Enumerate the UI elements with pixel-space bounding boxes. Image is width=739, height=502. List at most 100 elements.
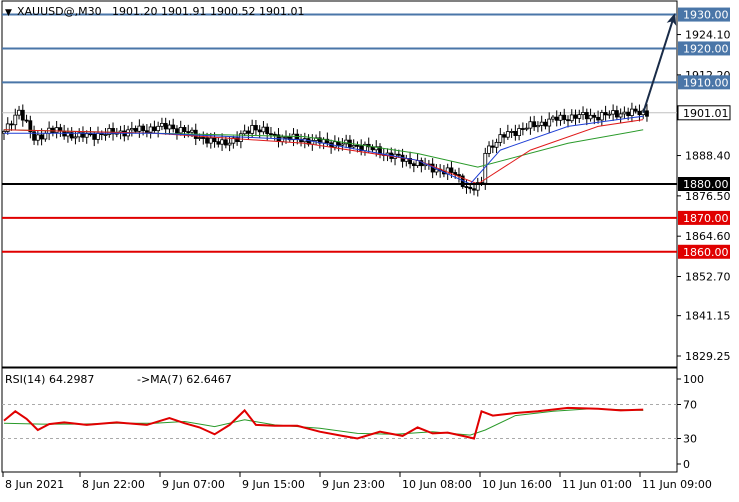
candle-bear [201, 137, 206, 139]
candle-bull [630, 108, 634, 116]
candle-bear [614, 110, 619, 118]
rsi-panel-frame [1, 367, 678, 473]
candle-bull [284, 136, 288, 139]
candle-bull [539, 121, 544, 126]
candle-bear [39, 134, 44, 140]
candle-bull [137, 125, 142, 132]
candle-bear [20, 109, 25, 121]
candle-bear [269, 133, 273, 136]
candle-bull [558, 114, 563, 121]
candle-bear [520, 128, 525, 130]
candle-bear [163, 122, 168, 130]
price-axis-label: 1888.40 [685, 150, 731, 163]
candle-bear [171, 124, 176, 130]
candle-bull [547, 118, 552, 127]
candle-bear [9, 123, 14, 126]
candle-bull [54, 127, 59, 133]
candle-bear [468, 186, 473, 190]
candle-bear [355, 144, 360, 147]
candle-bear [246, 130, 251, 134]
candle-bear [205, 137, 209, 144]
rsi-panel[interactable]: 100 70 30 0 [1, 367, 704, 473]
time-axis-label: 10 Jun 08:00 [402, 478, 472, 491]
candle-bear [257, 129, 262, 133]
candle-bull [242, 130, 247, 135]
price-axis-label: 1924.10 [685, 29, 731, 42]
candle-bear [144, 130, 149, 133]
candle-bear [543, 121, 548, 127]
candle-bull [178, 127, 183, 134]
candle-bull [524, 127, 529, 130]
candle-bear [182, 127, 187, 132]
price-panel[interactable]: 1924.101912.201888.401876.501864.601852.… [1, 0, 731, 368]
candle-bear [626, 111, 631, 116]
candle-bear [532, 121, 537, 128]
candle-bull [13, 114, 18, 126]
candle-bear [562, 114, 567, 121]
candle-bear [554, 116, 559, 121]
candle-bull [517, 128, 522, 136]
level-label: 1860.00 [683, 246, 729, 259]
time-axis-label: 8 Jun 22:00 [82, 478, 145, 491]
ohlc-readout: 1901.20 1901.91 1900.52 1901.01 [112, 5, 304, 18]
candle-bear [186, 131, 191, 133]
menu-dropdown-icon[interactable]: ▼ [5, 8, 12, 18]
candle-bull [17, 109, 21, 116]
candle-bull [588, 114, 593, 120]
time-axis: 8 Jun 2021 8 Jun 22:00 9 Jun 07:00 9 Jun 15… [2, 472, 712, 491]
rsi-ma-title: ->MA(7) 62.6467 [137, 373, 232, 386]
candle-bull [197, 137, 202, 139]
ma-mid-line [3, 119, 644, 185]
time-axis-label: 9 Jun 07:00 [162, 478, 225, 491]
candle-bull [84, 133, 89, 138]
rsi-ma-line [3, 408, 644, 436]
rsi-title: RSI(14) 64.2987 [5, 373, 94, 386]
candle-bull [415, 160, 420, 167]
candle-bear [152, 126, 157, 132]
candle-bear [223, 139, 228, 146]
candle-bull [340, 143, 345, 146]
candle-bear [88, 133, 93, 136]
time-axis-label: 11 Jun 01:00 [562, 478, 632, 491]
candle-bull [577, 114, 582, 119]
candle-bear [272, 133, 277, 136]
candle-bear [584, 112, 589, 120]
candle-bull [160, 122, 164, 127]
candle-bull [494, 141, 499, 148]
candle-bull [551, 116, 555, 120]
candle-bull [129, 128, 134, 131]
candle-bull [250, 125, 255, 134]
candle-bull [599, 112, 604, 121]
candle-bull [569, 114, 574, 122]
target-arrow[interactable] [642, 12, 677, 114]
candle-bull [611, 110, 616, 115]
candle-bear [396, 153, 401, 156]
candle-bear [464, 186, 469, 188]
candle-bull [487, 145, 491, 154]
candle-bull [35, 134, 40, 141]
price-axis-label: 1852.70 [685, 271, 731, 284]
candle-bull [581, 112, 585, 116]
rsi-line [3, 406, 644, 440]
rsi-axis-label: 30 [683, 433, 697, 446]
candle-bull [536, 125, 540, 128]
candle-bear [212, 137, 217, 143]
candle-bear [603, 112, 608, 116]
time-axis-label: 8 Jun 2021 [5, 478, 64, 491]
price-axis-label: 1876.50 [685, 190, 731, 203]
trading-chart[interactable]: 1924.101912.201888.401876.501864.601852.… [0, 0, 739, 502]
current-price-label: 1901.01 [683, 107, 729, 120]
candle-bull [73, 136, 78, 139]
candle-bull [618, 113, 623, 118]
candle-bull [167, 124, 172, 130]
candle-bull [156, 125, 161, 132]
candle-bear [175, 128, 179, 134]
candle-bull [607, 113, 612, 116]
candle-bear [633, 108, 638, 112]
candle-bull [190, 129, 194, 133]
candle-bull [227, 142, 232, 146]
candle-bull [103, 134, 108, 136]
candle-bear [573, 114, 578, 119]
candle-bull [528, 121, 533, 129]
candle-bear [637, 110, 642, 116]
